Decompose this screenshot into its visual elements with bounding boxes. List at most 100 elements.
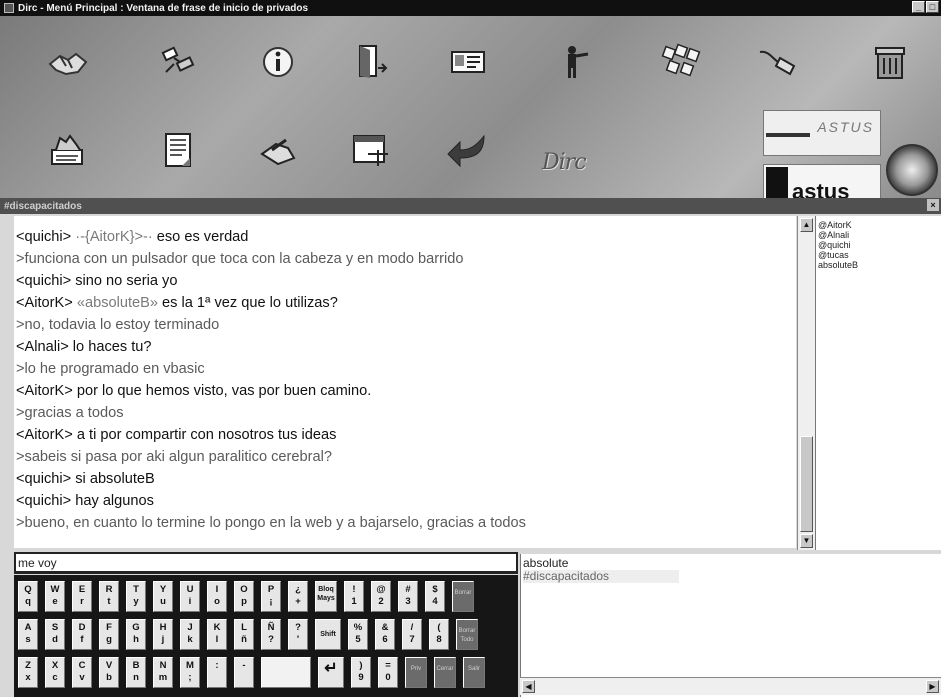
nick-item[interactable]: @quichi (818, 240, 939, 250)
hand-writing-icon[interactable] (250, 124, 306, 176)
person-at-desk-icon[interactable] (548, 36, 604, 88)
key-sym1-12[interactable]: % 5 (348, 619, 368, 650)
hand-tools-icon[interactable] (40, 124, 96, 176)
key-o[interactable]: Op (234, 581, 254, 612)
channel-item[interactable]: #discapacitados (523, 570, 679, 583)
key-e[interactable]: Er (72, 581, 92, 612)
nick-item[interactable]: absoluteB (818, 260, 939, 270)
message-scrollbar[interactable]: ▲ ▼ (797, 216, 815, 550)
key-d[interactable]: Df (72, 619, 92, 650)
document-icon[interactable] (150, 124, 206, 176)
key-j[interactable]: Jk (180, 619, 200, 650)
key-priv[interactable]: Priv (405, 657, 427, 688)
key-g[interactable]: Gh (126, 619, 146, 650)
key-l[interactable]: Lñ (234, 619, 254, 650)
handshake-icon[interactable] (40, 36, 96, 88)
onscreen-keyboard: Qq We Er Rt Ty Yu Ui Io Op P ¡ ¿ + Bloq Mays! 1 @2 #3 $4 Bo… (14, 575, 518, 697)
key-v[interactable]: Vb (99, 657, 119, 688)
key-sym2-11[interactable]: ) 9 (351, 657, 371, 688)
nick-item[interactable]: @tucas (818, 250, 939, 260)
key-borrar[interactable]: Borrar (452, 581, 474, 612)
key-sym1-13[interactable]: & 6 (375, 619, 395, 650)
exit-door-icon[interactable] (342, 36, 398, 88)
key-i[interactable]: Io (207, 581, 227, 612)
key-sym0-15[interactable]: $4 (425, 581, 445, 612)
key-y[interactable]: Yu (153, 581, 173, 612)
maximize-button[interactable]: □ (926, 1, 939, 13)
key-w[interactable]: We (45, 581, 65, 612)
scroll-down-icon[interactable]: ▼ (800, 534, 813, 548)
key-s[interactable]: Sd (45, 619, 65, 650)
channel-close-button[interactable]: × (927, 199, 939, 211)
keyboard-keys-icon[interactable] (652, 36, 708, 88)
satellite-icon[interactable] (150, 36, 206, 88)
key-cerrar[interactable]: Cerrar (434, 657, 456, 688)
message-input[interactable]: me voy (14, 552, 518, 574)
key-sym0-10[interactable]: ¿ + (288, 581, 308, 612)
nick-item[interactable]: @Alnali (818, 230, 939, 240)
key-x[interactable]: Xc (45, 657, 65, 688)
key-h[interactable]: Hj (153, 619, 173, 650)
scroll-up-icon[interactable]: ▲ (800, 218, 813, 232)
key-sym2-12[interactable]: = 0 (378, 657, 398, 688)
back-arrow-icon[interactable] (440, 124, 496, 176)
key-b[interactable]: Bn (126, 657, 146, 688)
key-sym2-7[interactable]: : (207, 657, 227, 688)
key-caps-lock[interactable]: Bloq Mays (315, 581, 337, 612)
key-sym1-10[interactable]: ? ' (288, 619, 308, 650)
channel-title: #discapacitados (4, 200, 82, 212)
key-space[interactable] (261, 657, 311, 688)
channel-list: absolute #discapacitados (520, 554, 941, 697)
key-sym0-14[interactable]: #3 (398, 581, 418, 612)
info-icon[interactable] (250, 36, 306, 88)
key-t[interactable]: Ty (126, 581, 146, 612)
nick-item[interactable]: @AitorK (818, 220, 939, 230)
key-k[interactable]: Kl (207, 619, 227, 650)
chat-message: <Alnali> lo haces tu? (16, 339, 152, 355)
key-c[interactable]: Cv (72, 657, 92, 688)
key-z[interactable]: Zx (18, 657, 38, 688)
key-n[interactable]: Nm (153, 657, 173, 688)
chat-message: >funciona con un pulsador que toca con l… (16, 251, 464, 267)
key-r[interactable]: Rt (99, 581, 119, 612)
key-sym1-9[interactable]: Ñ? (261, 619, 281, 650)
key-borrar[interactable]: Borrar Todo (456, 619, 478, 650)
chat-message: <quichi> si absoluteB (16, 471, 155, 487)
key-m[interactable]: M; (180, 657, 200, 688)
key-sym1-14[interactable]: /7 (402, 619, 422, 650)
chat-message: <quichi> ·-{AitorK}>-· eso es verdad (16, 229, 249, 245)
minimize-button[interactable]: _ (912, 1, 925, 13)
chat-message: <AitorK> por lo que hemos visto, vas por… (16, 383, 372, 399)
chat-message: >sabeis si pasa por aki algun paralitico… (16, 449, 332, 465)
key-p[interactable]: P ¡ (261, 581, 281, 612)
scroll-right-icon[interactable]: ▶ (926, 680, 939, 693)
id-card-icon[interactable] (440, 36, 496, 88)
window-list-icon[interactable] (342, 124, 398, 176)
message-area: <quichi> ·-{AitorK}>-· eso es verdad >fu… (14, 216, 796, 548)
chat-message: >bueno, en cuanto lo termine lo pongo en… (16, 515, 526, 531)
key-sym2-8[interactable]: - (234, 657, 254, 688)
key-sym0-13[interactable]: @2 (371, 581, 391, 612)
key-enter[interactable]: ↵ (318, 657, 344, 688)
chat-message: <AitorK> «absoluteB» es la 1ª vez que lo… (16, 295, 338, 311)
chat-message: >lo he programado en vbasic (16, 361, 205, 377)
sponsor-logo: ASTUS (763, 110, 881, 156)
key-sym0-12[interactable]: ! 1 (344, 581, 364, 612)
scroll-thumb[interactable] (800, 436, 813, 532)
chat-message: >no, todavia lo estoy terminado (16, 317, 220, 333)
cable-plug-icon[interactable] (750, 36, 806, 88)
key-f[interactable]: Fg (99, 619, 119, 650)
chat-message: >gracias a todos (16, 405, 124, 421)
title-bar: Dirc - Menú Principal : Ventana de frase… (0, 0, 941, 16)
scroll-left-icon[interactable]: ◀ (522, 680, 535, 693)
key-sym1-15[interactable]: (8 (429, 619, 449, 650)
key-salir[interactable]: Salir (463, 657, 485, 688)
dirc-logo: Dirc (542, 150, 587, 175)
channel-scrollbar[interactable]: ◀ ▶ (520, 677, 941, 695)
key-a[interactable]: As (18, 619, 38, 650)
key-q[interactable]: Qq (18, 581, 38, 612)
key-shift[interactable]: Shift (315, 619, 341, 650)
key-u[interactable]: Ui (180, 581, 200, 612)
app-icon (4, 3, 14, 13)
trash-can-icon[interactable] (862, 36, 918, 88)
